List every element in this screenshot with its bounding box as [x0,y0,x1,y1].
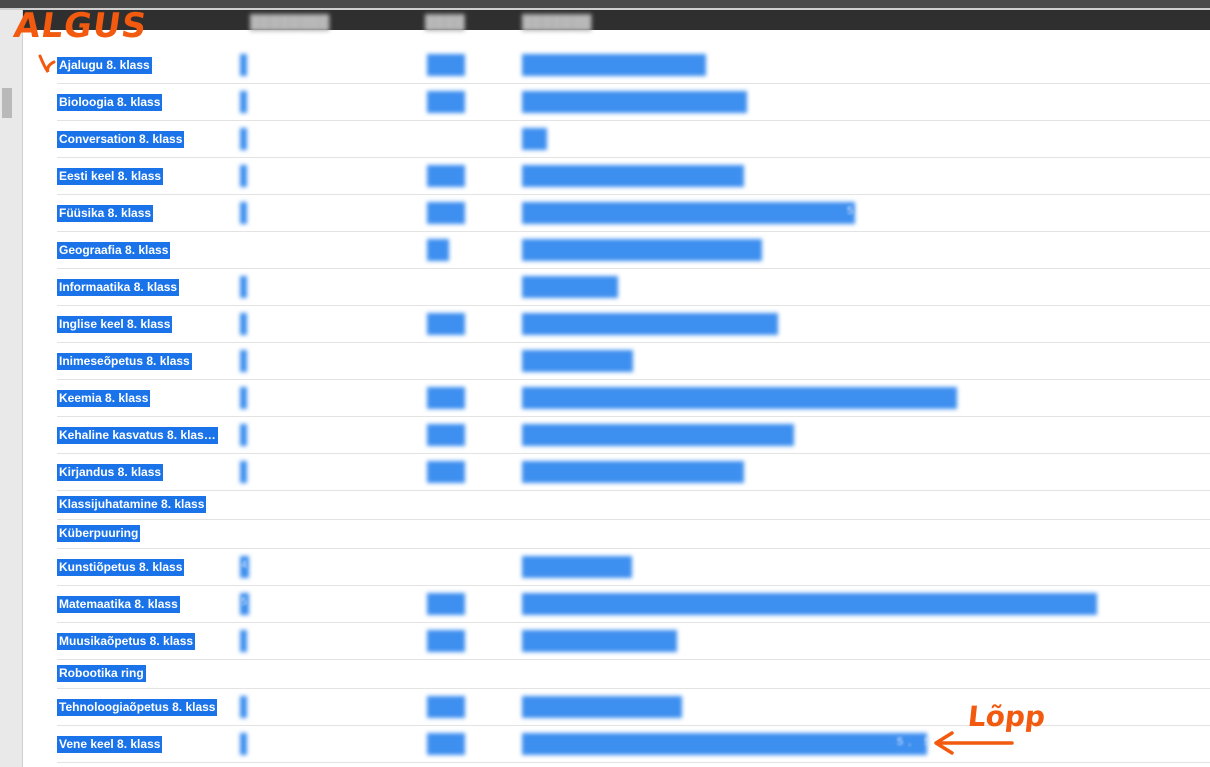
end-arrow-icon [934,731,1014,755]
start-arrow-icon [38,54,56,73]
annotation-arrows [38,54,1014,755]
